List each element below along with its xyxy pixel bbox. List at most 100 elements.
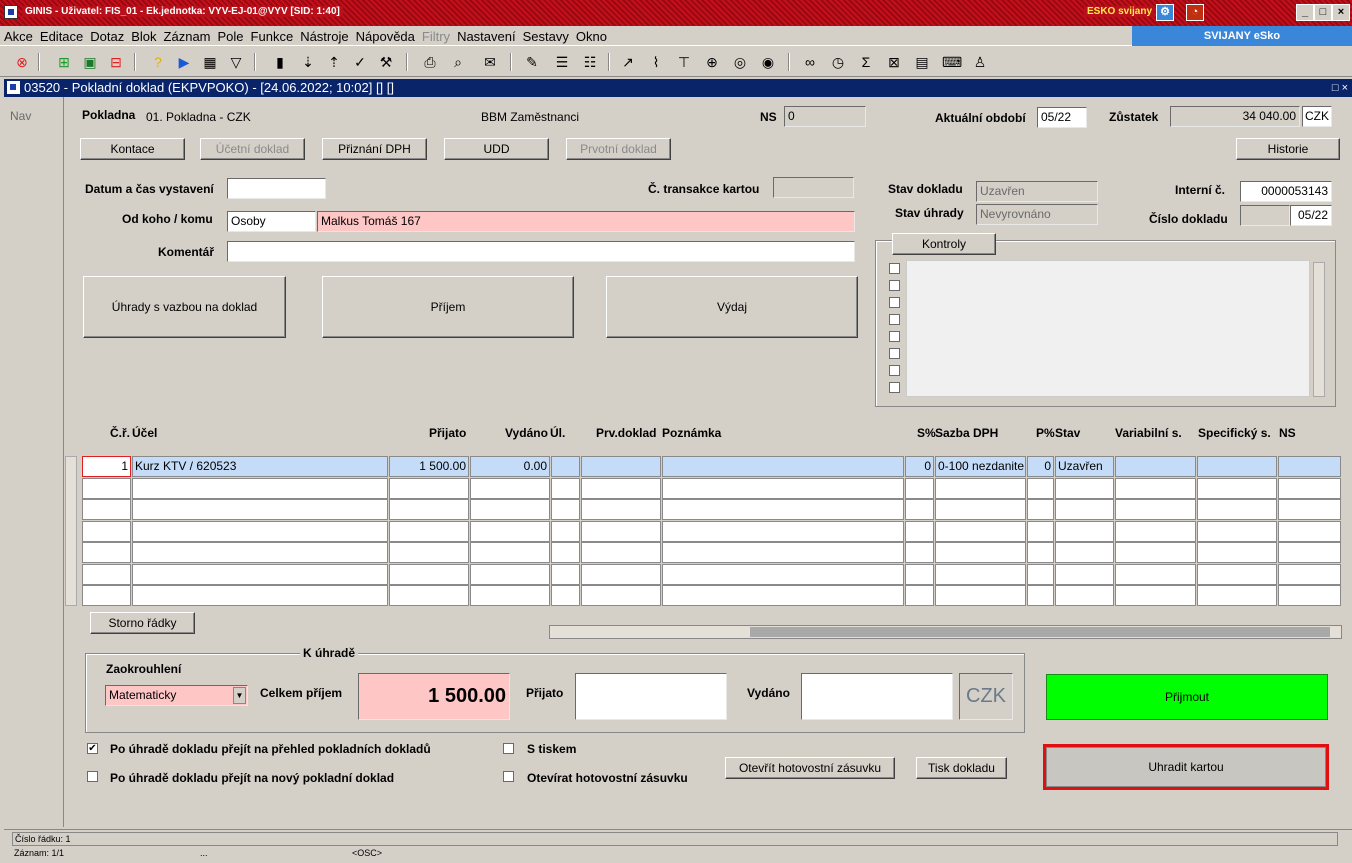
kontroly-checkbox[interactable] xyxy=(889,365,900,376)
settings-icon[interactable]: ⚙ xyxy=(1156,4,1174,21)
table-cell[interactable] xyxy=(905,585,934,606)
table-scrollbar[interactable] xyxy=(65,456,77,606)
cell-ns[interactable] xyxy=(1278,456,1341,477)
table-cell[interactable] xyxy=(662,542,904,563)
table-cell[interactable] xyxy=(581,563,661,585)
table-cell[interactable] xyxy=(389,477,469,499)
cell-ucel[interactable]: Kurz KTV / 620523 xyxy=(132,456,388,477)
table-cell[interactable] xyxy=(1027,477,1054,499)
cancel-icon[interactable]: ⊗ xyxy=(12,52,32,72)
chevron-down-icon[interactable]: ▼ xyxy=(233,687,246,704)
table-cell[interactable] xyxy=(581,520,661,542)
open-icon[interactable]: ↗ xyxy=(618,52,638,72)
table-cell[interactable] xyxy=(551,477,580,499)
prijem-button[interactable]: Příjem xyxy=(322,276,574,338)
filter-icon[interactable]: ▽ xyxy=(226,52,246,72)
table-cell[interactable] xyxy=(82,520,131,542)
vydaj-button[interactable]: Výdaj xyxy=(606,276,858,338)
cell-poznamka[interactable] xyxy=(662,456,904,477)
table-cell[interactable] xyxy=(82,477,131,499)
kontroly-checkbox[interactable] xyxy=(889,297,900,308)
table-cell[interactable] xyxy=(905,477,934,499)
table-cell[interactable] xyxy=(1197,563,1277,585)
table-cell[interactable] xyxy=(662,477,904,499)
odkoho-type-field[interactable]: Osoby xyxy=(227,211,316,232)
prijato-field[interactable] xyxy=(575,673,727,720)
table-cell[interactable] xyxy=(1278,563,1341,585)
ucetni-doklad-button[interactable]: Účetní doklad xyxy=(200,138,305,160)
table-cell[interactable] xyxy=(389,563,469,585)
clock-icon[interactable]: ◷ xyxy=(828,52,848,72)
table-cell[interactable] xyxy=(905,542,934,563)
table-cell[interactable] xyxy=(935,477,1026,499)
interni-field[interactable]: 0000053143 xyxy=(1240,181,1332,202)
table-cell[interactable] xyxy=(389,520,469,542)
play-icon[interactable]: ▶ xyxy=(174,52,194,72)
maximize-button[interactable]: □ xyxy=(1314,4,1332,21)
cell-var[interactable] xyxy=(1115,456,1196,477)
kontroly-checkbox[interactable] xyxy=(889,263,900,274)
checkbox-tisk[interactable] xyxy=(503,743,514,754)
cislo-field[interactable]: 05/22 xyxy=(1290,205,1332,226)
checkbox-zasuvka[interactable] xyxy=(503,771,514,782)
delete-record-icon[interactable]: ⊟ xyxy=(106,52,126,72)
tisk-dokladu-button[interactable]: Tisk dokladu xyxy=(916,757,1007,779)
table-cell[interactable] xyxy=(1027,520,1054,542)
table-cell[interactable] xyxy=(1055,585,1114,606)
print-preview-icon[interactable]: ⌕ xyxy=(448,52,468,72)
menu-blok[interactable]: Blok xyxy=(127,26,159,44)
table-cell[interactable] xyxy=(1027,542,1054,563)
menu-funkce[interactable]: Funkce xyxy=(247,26,297,44)
table-cell[interactable] xyxy=(1278,520,1341,542)
table-cell[interactable] xyxy=(551,499,580,520)
table-cell[interactable] xyxy=(1115,499,1196,520)
table-cell[interactable] xyxy=(551,585,580,606)
otevrit-zasuvku-button[interactable]: Otevřít hotovostní zásuvku xyxy=(725,757,895,779)
kontroly-checkbox[interactable] xyxy=(889,314,900,325)
table-cell[interactable] xyxy=(1278,542,1341,563)
cell-sazba[interactable]: 0-100 nezdanite xyxy=(935,456,1026,477)
edit-icon[interactable]: ✎ xyxy=(522,52,542,72)
add-record-icon[interactable]: ⊞ xyxy=(54,52,74,72)
prvotni-doklad-button[interactable]: Prvotní doklad xyxy=(566,138,671,160)
table-cell[interactable] xyxy=(935,520,1026,542)
compass-icon[interactable]: ◎ xyxy=(730,52,750,72)
table-cell[interactable] xyxy=(1115,542,1196,563)
table-cell[interactable] xyxy=(470,585,550,606)
table-cell[interactable] xyxy=(132,477,388,499)
table-cell[interactable] xyxy=(132,563,388,585)
form-window-controls[interactable]: □ × xyxy=(1332,79,1348,97)
table-cell[interactable] xyxy=(905,563,934,585)
table-cell[interactable] xyxy=(581,477,661,499)
table-cell[interactable] xyxy=(1197,499,1277,520)
table-cell[interactable] xyxy=(1197,520,1277,542)
zaokrouhleni-select[interactable]: Matematicky ▼ xyxy=(105,685,248,706)
menu-filtry[interactable]: Filtry xyxy=(418,26,453,44)
save-icon[interactable]: ▣ xyxy=(80,52,100,72)
kontroly-checkbox[interactable] xyxy=(889,280,900,291)
wrench-icon[interactable]: ⚒ xyxy=(376,52,396,72)
table-cell[interactable] xyxy=(1055,563,1114,585)
table-cell[interactable] xyxy=(1055,499,1114,520)
attach-icon[interactable]: ⌇ xyxy=(646,52,666,72)
chart-icon[interactable]: ▮ xyxy=(270,52,290,72)
menu-dotaz[interactable]: Dotaz xyxy=(86,26,127,44)
sort-asc-icon[interactable]: ⇣ xyxy=(298,52,318,72)
table-cell[interactable] xyxy=(551,563,580,585)
komentar-field[interactable] xyxy=(227,241,855,262)
table-cell[interactable] xyxy=(1027,563,1054,585)
document-icon[interactable]: ▤ xyxy=(912,52,932,72)
check-icon[interactable]: ✓ xyxy=(350,52,370,72)
table-cell[interactable] xyxy=(132,542,388,563)
table-cell[interactable] xyxy=(1055,542,1114,563)
table-cell[interactable] xyxy=(82,563,131,585)
obdobi-field[interactable]: 05/22 xyxy=(1037,107,1087,128)
menu-editace[interactable]: Editace xyxy=(36,26,86,44)
cell-spec[interactable] xyxy=(1197,456,1277,477)
checklist-icon[interactable]: ☷ xyxy=(580,52,600,72)
table-cell[interactable] xyxy=(935,585,1026,606)
calendar-icon[interactable]: ▦ xyxy=(200,52,220,72)
table-cell[interactable] xyxy=(470,520,550,542)
table-cell[interactable] xyxy=(581,499,661,520)
table-cell[interactable] xyxy=(935,499,1026,520)
